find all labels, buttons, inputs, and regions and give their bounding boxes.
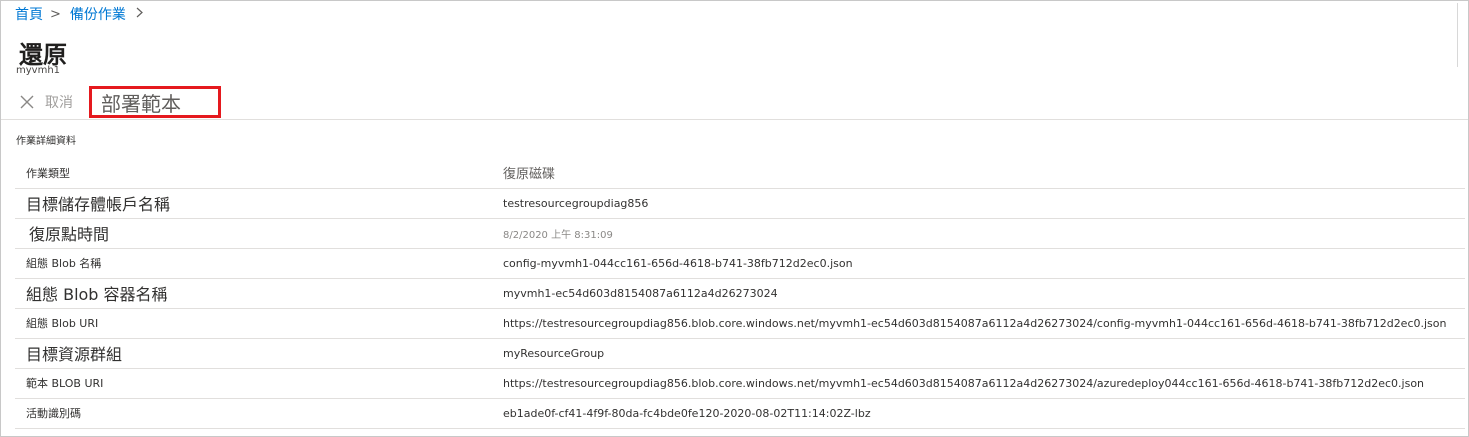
scrollbar[interactable] (1457, 3, 1458, 67)
breadcrumb-item-home[interactable]: 首頁 (15, 4, 43, 24)
restore-blade: 首頁 > 備份作業 還原 myvmh1 取消 部署範本 作業詳細資料 作業類型 … (0, 0, 1469, 437)
table-row: 目標儲存體帳戶名稱 testresourcegroupdiag856 (15, 188, 1465, 219)
breadcrumb: 首頁 > 備份作業 (15, 4, 152, 24)
row-value: https://testresourcegroupdiag856.blob.co… (489, 308, 1465, 339)
deploy-template-label: 部署範本 (101, 91, 181, 116)
breadcrumb-separator (136, 7, 143, 22)
section-heading-job-details: 作業詳細資料 (16, 136, 76, 147)
table-row: 組態 Blob 容器名稱 myvmh1-ec54d603d8154087a611… (15, 278, 1465, 309)
row-label: 目標資源群組 (15, 338, 489, 369)
close-icon (20, 95, 34, 109)
row-label: 活動識別碼 (15, 398, 489, 429)
row-value: testresourcegroupdiag856 (489, 188, 1465, 219)
row-label: 復原點時間 (15, 218, 489, 249)
chevron-right-icon (136, 7, 143, 17)
cancel-button-label: 取消 (45, 95, 73, 111)
table-row: 作業類型 復原磁碟 (15, 158, 1465, 189)
row-value: 8/2/2020 上午 8:31:09 (489, 218, 1465, 249)
cancel-button[interactable]: 取消 (19, 92, 73, 112)
row-label: 作業類型 (15, 158, 489, 189)
deploy-template-button[interactable]: 部署範本 (89, 86, 221, 118)
row-label: 組態 Blob 名稱 (15, 248, 489, 279)
breadcrumb-separator: > (50, 6, 61, 22)
table-row: 復原點時間 8/2/2020 上午 8:31:09 (15, 218, 1465, 249)
row-label: 目標儲存體帳戶名稱 (15, 188, 489, 219)
row-value: config-myvmh1-044cc161-656d-4618-b741-38… (489, 248, 1465, 279)
row-value: https://testresourcegroupdiag856.blob.co… (489, 368, 1465, 399)
row-value: myResourceGroup (489, 338, 1465, 369)
row-value: 復原磁碟 (489, 158, 1465, 189)
table-row: 活動識別碼 eb1ade0f-cf41-4f9f-80da-fc4bde0fe1… (15, 398, 1465, 429)
table-row: 組態 Blob URI https://testresourcegroupdia… (15, 308, 1465, 339)
divider (1, 119, 1468, 120)
job-details-table: 作業類型 復原磁碟 目標儲存體帳戶名稱 testresourcegroupdia… (15, 158, 1465, 429)
row-value: myvmh1-ec54d603d8154087a6112a4d26273024 (489, 278, 1465, 309)
table-row: 組態 Blob 名稱 config-myvmh1-044cc161-656d-4… (15, 248, 1465, 279)
page-subtitle: myvmh1 (16, 65, 61, 76)
row-label: 範本 BLOB URI (15, 368, 489, 399)
row-value: eb1ade0f-cf41-4f9f-80da-fc4bde0fe120-202… (489, 398, 1465, 429)
table-row: 目標資源群組 myResourceGroup (15, 338, 1465, 369)
breadcrumb-item-backup-jobs[interactable]: 備份作業 (70, 4, 126, 24)
row-label: 組態 Blob 容器名稱 (15, 278, 489, 309)
command-bar: 取消 部署範本 (19, 86, 221, 118)
row-label: 組態 Blob URI (15, 308, 489, 339)
table-row: 範本 BLOB URI https://testresourcegroupdia… (15, 368, 1465, 399)
